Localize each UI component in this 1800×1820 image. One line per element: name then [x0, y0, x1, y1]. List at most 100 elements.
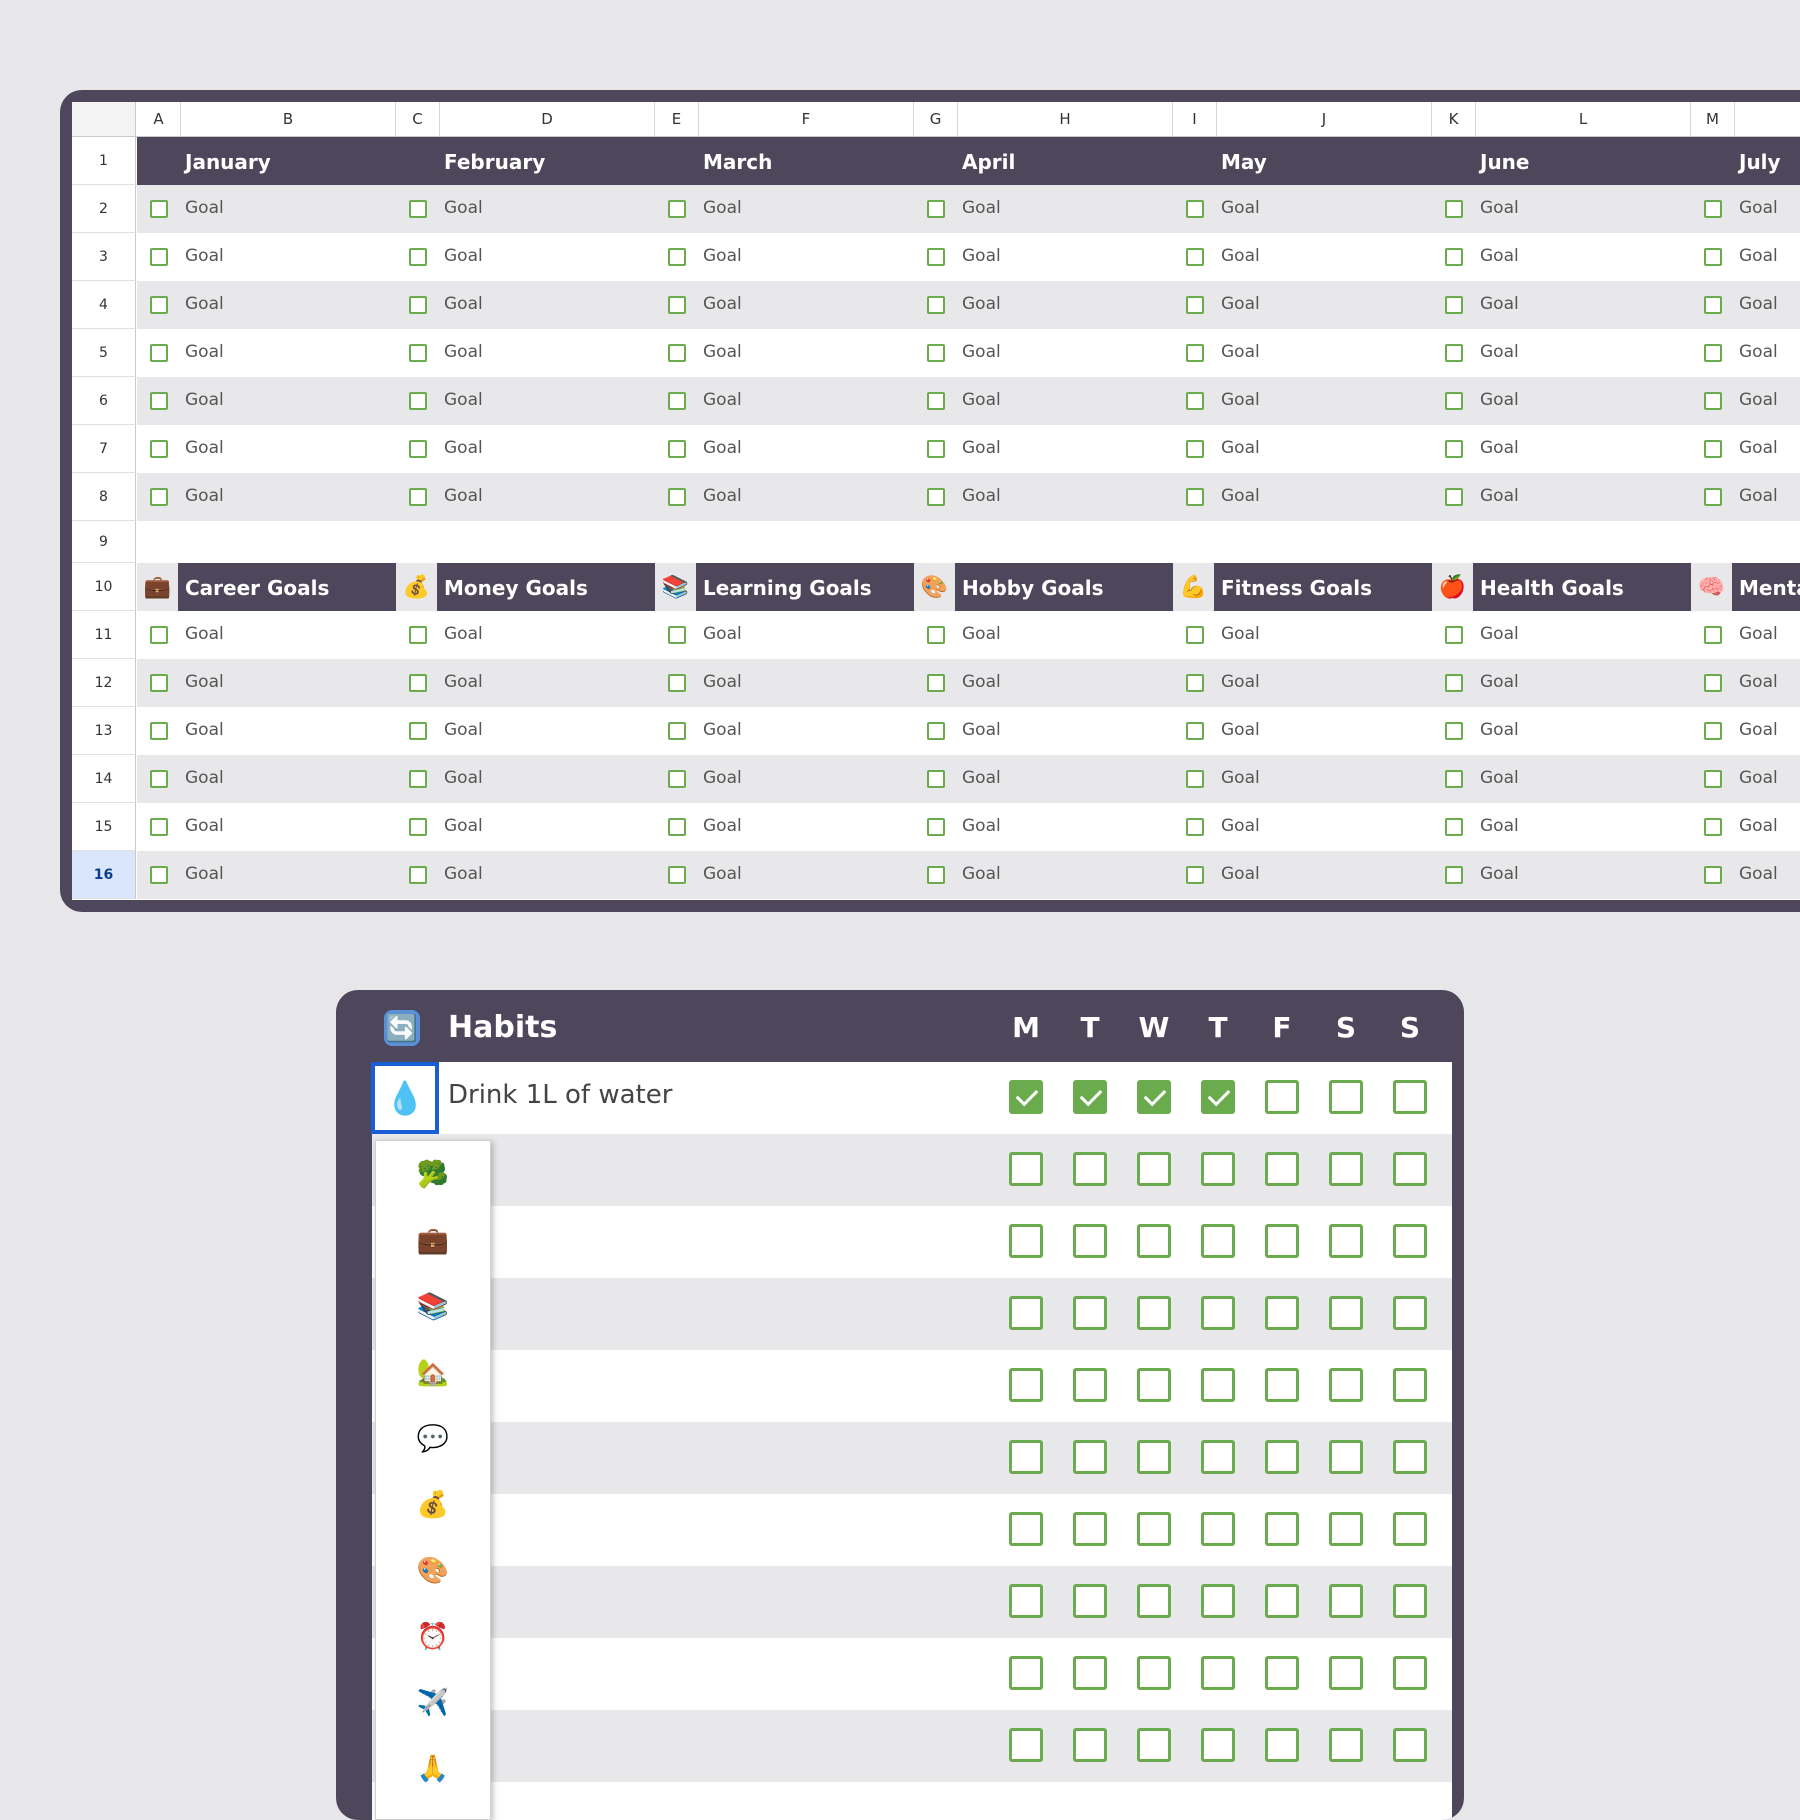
- goal-cell[interactable]: Goal: [185, 768, 224, 788]
- goal-cell[interactable]: Goal: [962, 672, 1001, 692]
- goal-cell[interactable]: Goal: [1221, 720, 1260, 740]
- habit-checkbox-checked[interactable]: [1201, 1080, 1235, 1114]
- goal-checkbox[interactable]: [150, 200, 168, 218]
- goal-checkbox[interactable]: [1704, 296, 1722, 314]
- goal-cell[interactable]: Goal: [1739, 246, 1778, 266]
- habit-checkbox[interactable]: [1073, 1728, 1107, 1762]
- goal-checkbox[interactable]: [1704, 200, 1722, 218]
- habit-checkbox[interactable]: [1265, 1080, 1299, 1114]
- goal-cell[interactable]: Goal: [703, 198, 742, 218]
- goal-checkbox[interactable]: [1704, 344, 1722, 362]
- row-number[interactable]: 8: [72, 473, 136, 521]
- goal-checkbox[interactable]: [409, 674, 427, 692]
- goal-checkbox[interactable]: [409, 818, 427, 836]
- column-header-l[interactable]: L: [1476, 102, 1691, 136]
- habit-checkbox[interactable]: [1329, 1512, 1363, 1546]
- goal-checkbox[interactable]: [927, 392, 945, 410]
- goal-checkbox[interactable]: [668, 770, 686, 788]
- habit-checkbox[interactable]: [1265, 1512, 1299, 1546]
- goal-checkbox[interactable]: [409, 770, 427, 788]
- goal-checkbox[interactable]: [150, 770, 168, 788]
- habit-checkbox[interactable]: [1073, 1512, 1107, 1546]
- emoji-option[interactable]: ⏰: [376, 1603, 490, 1669]
- habit-checkbox[interactable]: [1393, 1152, 1427, 1186]
- emoji-option[interactable]: ✈️: [376, 1669, 490, 1735]
- habit-checkbox-checked[interactable]: [1073, 1080, 1107, 1114]
- goal-cell[interactable]: Goal: [185, 390, 224, 410]
- habit-checkbox[interactable]: [1137, 1296, 1171, 1330]
- goal-cell[interactable]: Goal: [1480, 816, 1519, 836]
- goal-cell[interactable]: Goal: [703, 438, 742, 458]
- goal-cell[interactable]: Goal: [703, 816, 742, 836]
- row-number[interactable]: 11: [72, 611, 136, 659]
- goal-cell[interactable]: Goal: [962, 768, 1001, 788]
- column-header-f[interactable]: F: [699, 102, 914, 136]
- habit-checkbox[interactable]: [1393, 1224, 1427, 1258]
- goal-cell[interactable]: Goal: [1480, 672, 1519, 692]
- row-number[interactable]: 2: [72, 185, 136, 233]
- goal-checkbox[interactable]: [150, 392, 168, 410]
- goal-cell[interactable]: Goal: [1221, 342, 1260, 362]
- goal-checkbox[interactable]: [150, 296, 168, 314]
- goal-cell[interactable]: Goal: [1739, 438, 1778, 458]
- goal-checkbox[interactable]: [150, 626, 168, 644]
- habit-checkbox[interactable]: [1393, 1656, 1427, 1690]
- habit-checkbox[interactable]: [1009, 1224, 1043, 1258]
- goal-checkbox[interactable]: [668, 440, 686, 458]
- habit-checkbox[interactable]: [1073, 1296, 1107, 1330]
- goal-cell[interactable]: Goal: [962, 438, 1001, 458]
- goal-cell[interactable]: Goal: [185, 864, 224, 884]
- goal-checkbox[interactable]: [1445, 770, 1463, 788]
- goal-cell[interactable]: Goal: [444, 294, 483, 314]
- emoji-option[interactable]: 🥦: [376, 1141, 490, 1207]
- goal-checkbox[interactable]: [1704, 488, 1722, 506]
- goal-cell[interactable]: Goal: [703, 624, 742, 644]
- goal-checkbox[interactable]: [1186, 770, 1204, 788]
- habit-checkbox[interactable]: [1137, 1368, 1171, 1402]
- habit-checkbox[interactable]: [1393, 1368, 1427, 1402]
- habit-checkbox[interactable]: [1393, 1512, 1427, 1546]
- goal-checkbox[interactable]: [668, 818, 686, 836]
- habit-checkbox[interactable]: [1201, 1728, 1235, 1762]
- goal-checkbox[interactable]: [1186, 200, 1204, 218]
- row-number[interactable]: 7: [72, 425, 136, 473]
- row-number[interactable]: 1: [72, 137, 136, 185]
- goal-cell[interactable]: Goal: [1739, 768, 1778, 788]
- goal-checkbox[interactable]: [927, 296, 945, 314]
- goal-checkbox[interactable]: [927, 674, 945, 692]
- column-header-g[interactable]: G: [914, 102, 958, 136]
- goal-checkbox[interactable]: [150, 248, 168, 266]
- goal-checkbox[interactable]: [409, 722, 427, 740]
- goal-cell[interactable]: Goal: [444, 864, 483, 884]
- row-number[interactable]: 16: [72, 851, 136, 899]
- goal-checkbox[interactable]: [927, 248, 945, 266]
- goal-checkbox[interactable]: [150, 674, 168, 692]
- goal-checkbox[interactable]: [409, 248, 427, 266]
- goal-checkbox[interactable]: [1445, 200, 1463, 218]
- column-header-b[interactable]: B: [181, 102, 396, 136]
- goal-checkbox[interactable]: [668, 392, 686, 410]
- goal-cell[interactable]: Goal: [1480, 486, 1519, 506]
- column-header-k[interactable]: K: [1432, 102, 1476, 136]
- goal-checkbox[interactable]: [1704, 674, 1722, 692]
- habit-checkbox-checked[interactable]: [1009, 1080, 1043, 1114]
- goal-checkbox[interactable]: [1445, 818, 1463, 836]
- goal-cell[interactable]: Goal: [962, 198, 1001, 218]
- emoji-option[interactable]: 🏡: [376, 1339, 490, 1405]
- goal-checkbox[interactable]: [1186, 248, 1204, 266]
- habit-checkbox[interactable]: [1009, 1296, 1043, 1330]
- habit-checkbox[interactable]: [1009, 1440, 1043, 1474]
- goal-cell[interactable]: Goal: [444, 246, 483, 266]
- goal-cell[interactable]: Goal: [1480, 390, 1519, 410]
- column-header-c[interactable]: C: [396, 102, 440, 136]
- goal-checkbox[interactable]: [1186, 818, 1204, 836]
- habit-checkbox[interactable]: [1201, 1584, 1235, 1618]
- habit-checkbox[interactable]: [1009, 1512, 1043, 1546]
- habit-checkbox[interactable]: [1073, 1584, 1107, 1618]
- habit-checkbox[interactable]: [1265, 1152, 1299, 1186]
- goal-checkbox[interactable]: [409, 626, 427, 644]
- goal-checkbox[interactable]: [668, 296, 686, 314]
- goal-cell[interactable]: Goal: [1739, 624, 1778, 644]
- habit-checkbox[interactable]: [1393, 1296, 1427, 1330]
- row-number[interactable]: 6: [72, 377, 136, 425]
